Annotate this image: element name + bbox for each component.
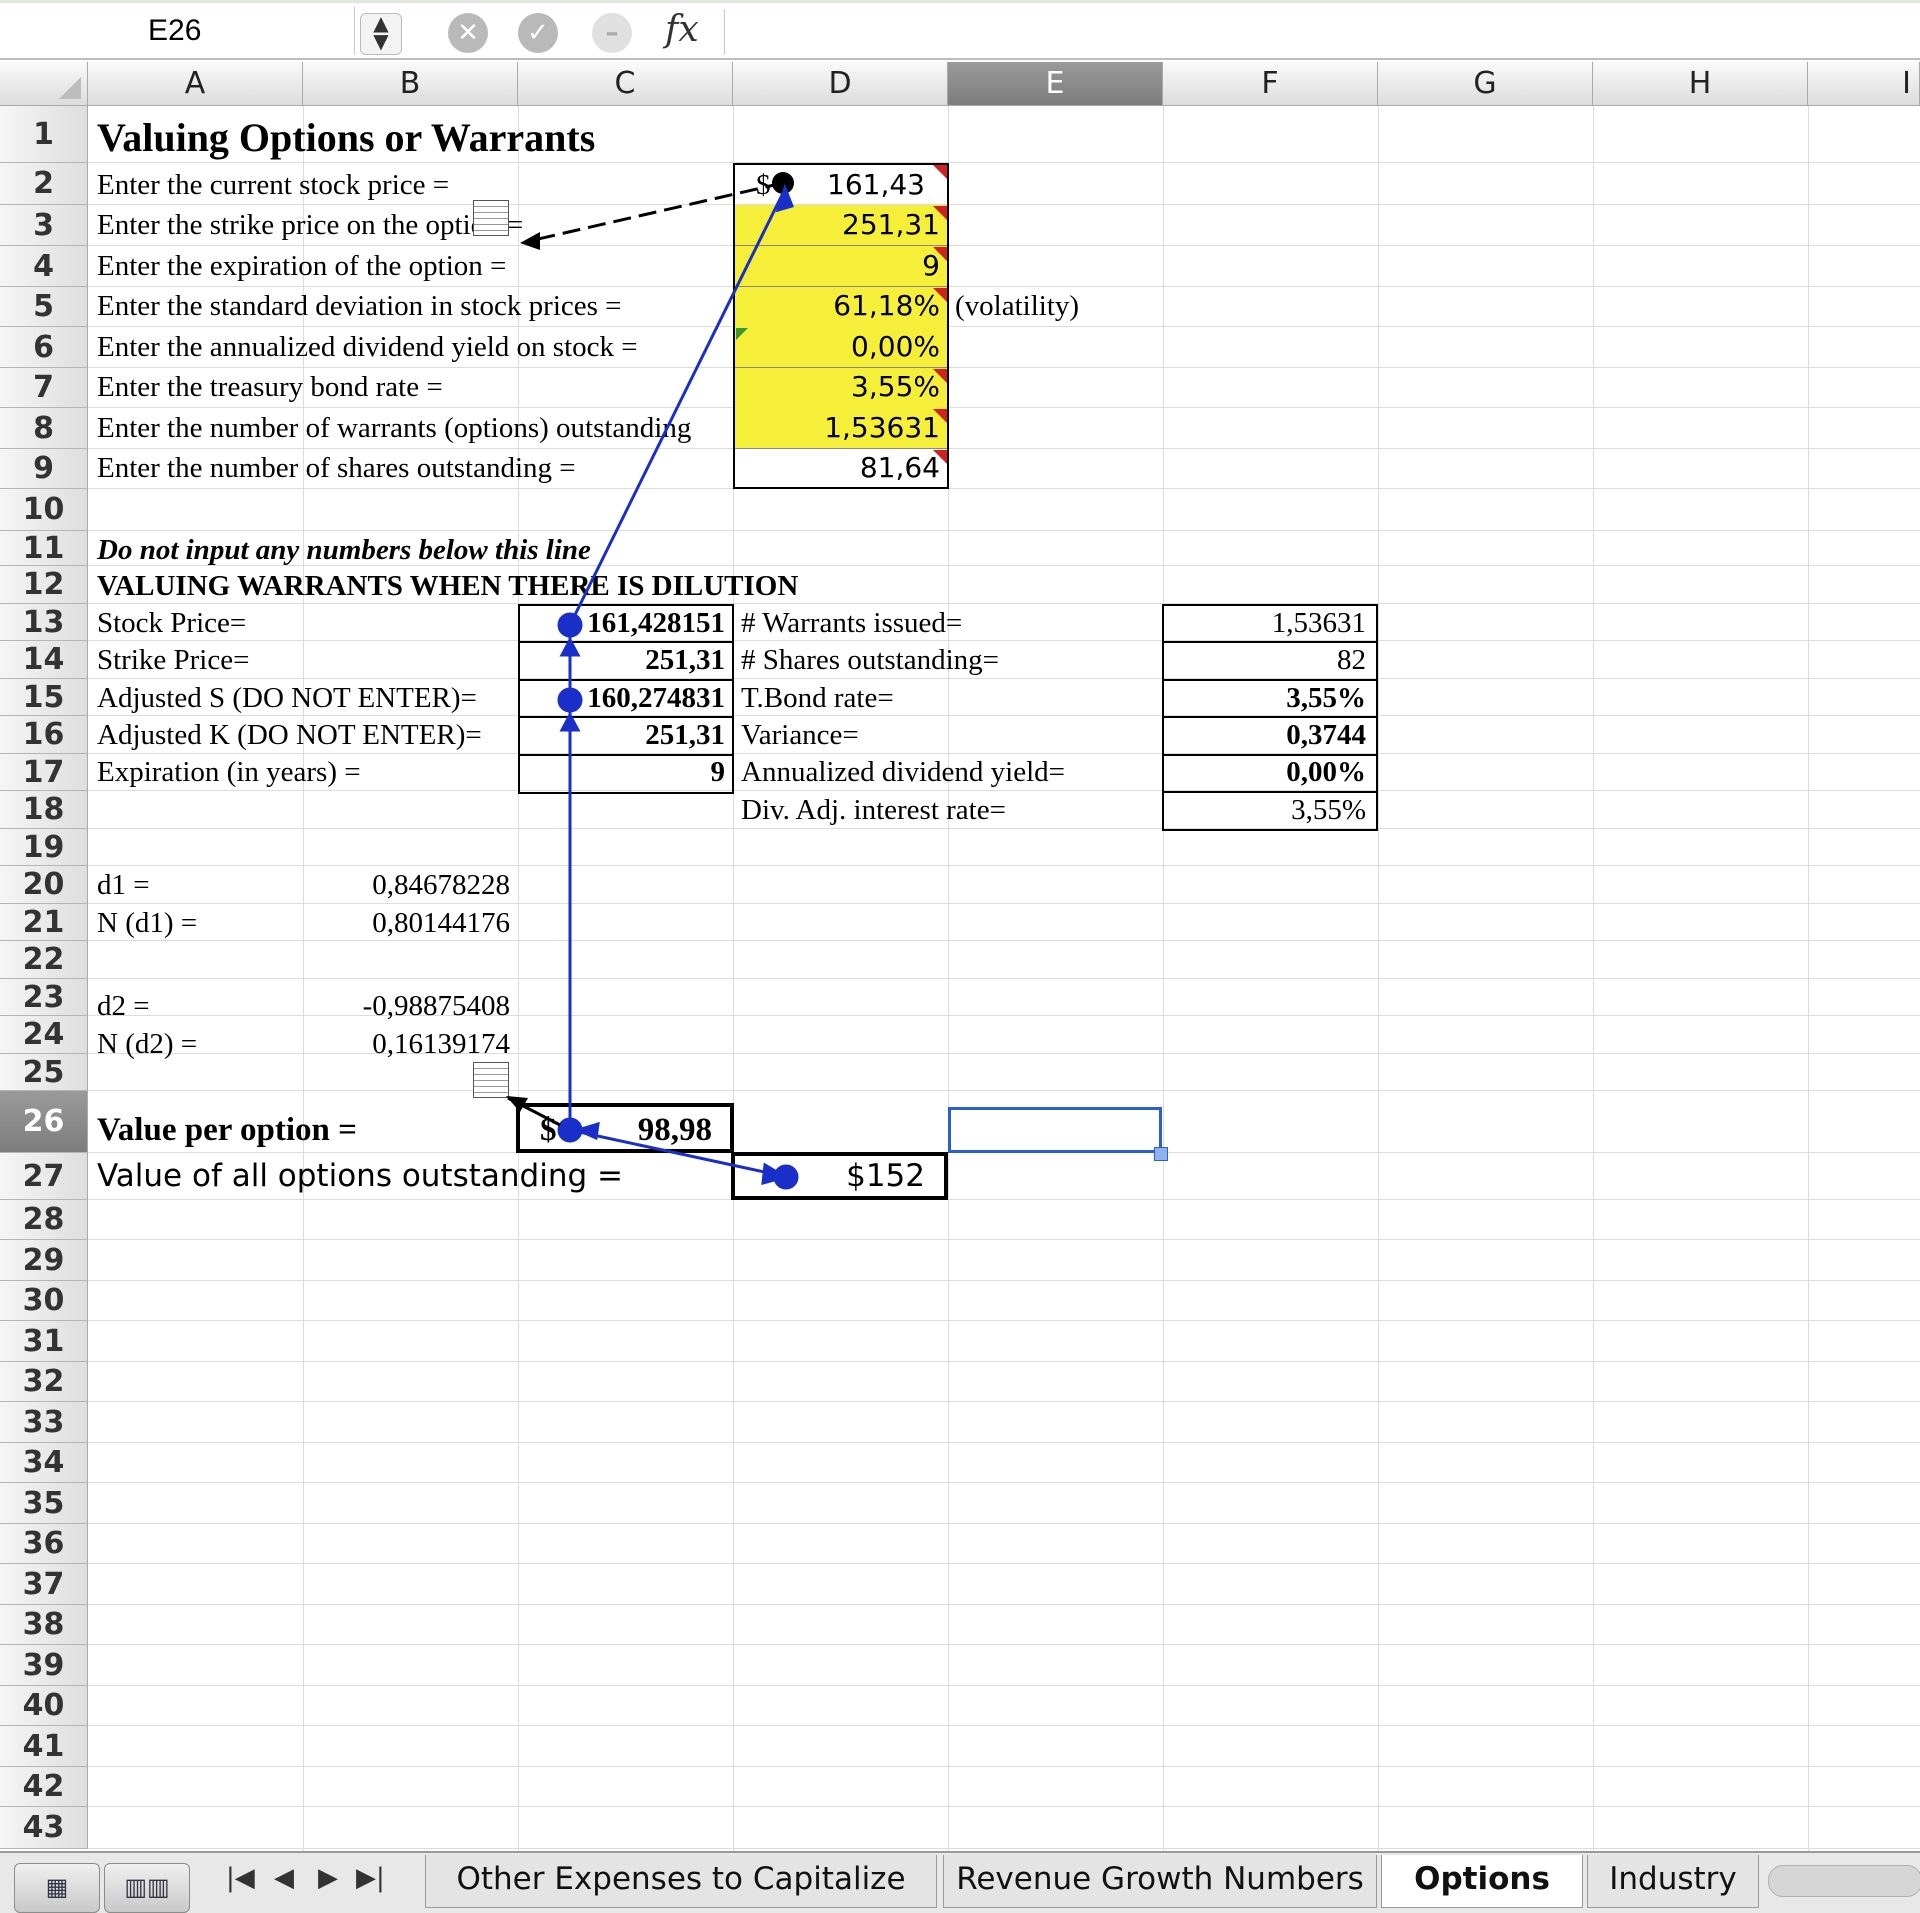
prev-sheet-icon[interactable]: ◀ (274, 1863, 294, 1893)
tab-industry[interactable]: Industry (1587, 1855, 1759, 1908)
normal-view-button[interactable]: ▦ (14, 1863, 100, 1913)
sheet-tabs-bar: ▦ ▥▥ |◀ ◀ ▶ ▶| Other Expenses to Capital… (0, 1851, 1920, 1913)
trace-black-arrowhead (506, 1096, 561, 1127)
trace-arrows (506, 172, 799, 1190)
horizontal-scrollbar[interactable] (1768, 1865, 1920, 1897)
first-sheet-icon[interactable]: |◀ (226, 1863, 255, 1893)
page-layout-view-button[interactable]: ▥▥ (104, 1863, 190, 1913)
tab-other-expenses[interactable]: Other Expenses to Capitalize (425, 1855, 937, 1908)
trace-black-dashed (520, 172, 794, 250)
tab-options[interactable]: Options (1381, 1855, 1583, 1908)
next-sheet-icon[interactable]: ▶ (318, 1863, 338, 1893)
tab-revenue-growth[interactable]: Revenue Growth Numbers (943, 1855, 1377, 1908)
trace-blue (557, 183, 799, 1190)
last-sheet-icon[interactable]: ▶| (356, 1863, 385, 1893)
